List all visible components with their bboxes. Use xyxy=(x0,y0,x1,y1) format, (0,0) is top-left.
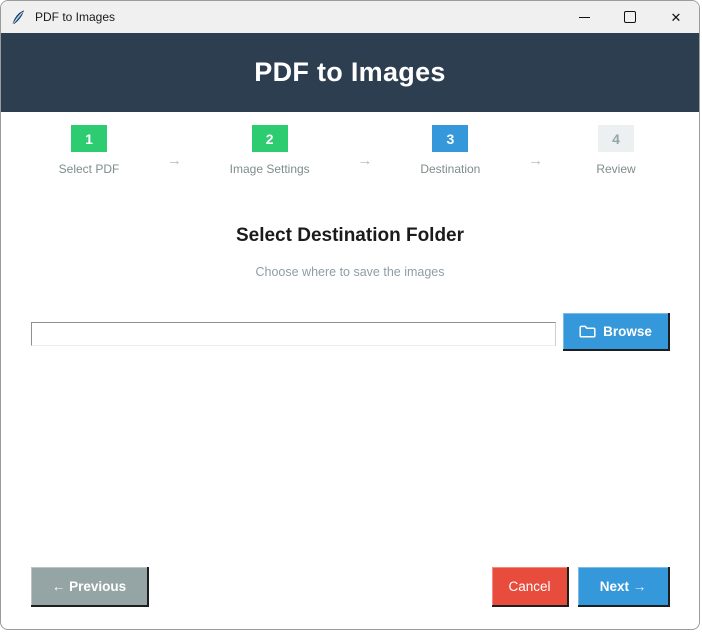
page-subtitle: Choose where to save the images xyxy=(255,265,445,279)
step-label: Destination xyxy=(420,162,481,176)
destination-folder-input[interactable] xyxy=(31,322,556,346)
wizard-step-image-settings: 2 Image Settings xyxy=(200,125,340,176)
close-button[interactable]: ✕ xyxy=(653,1,699,33)
next-button[interactable]: Next → xyxy=(578,567,670,607)
step-label: Review xyxy=(596,162,636,176)
step-number: 2 xyxy=(251,125,288,152)
window-title: PDF to Images xyxy=(35,10,116,24)
step-number: 1 xyxy=(71,125,107,152)
browse-button[interactable]: Browse xyxy=(563,313,670,351)
window-controls: ✕ xyxy=(561,1,699,33)
page-title: Select Destination Folder xyxy=(235,225,465,246)
titlebar[interactable]: PDF to Images ✕ xyxy=(1,1,699,33)
cancel-button[interactable]: Cancel xyxy=(492,567,569,607)
app-feather-icon xyxy=(10,9,26,25)
step-arrow-icon: → xyxy=(166,152,182,169)
minimize-icon xyxy=(578,16,590,18)
folder-icon xyxy=(579,324,596,338)
close-icon: ✕ xyxy=(670,9,682,25)
previous-button[interactable]: ← Previous xyxy=(31,567,149,607)
step-arrow-icon: → xyxy=(357,152,373,169)
app-header-title: PDF to Images xyxy=(254,57,446,87)
wizard-step-review: 4 Review xyxy=(561,125,671,176)
app-header: PDF to Images xyxy=(1,33,699,112)
app-window: PDF to Images ✕ PDF to Images 1 Select PD… xyxy=(0,0,700,630)
step-arrow-icon: → xyxy=(528,152,544,169)
maximize-icon xyxy=(624,11,636,23)
destination-row: Browse xyxy=(31,313,670,351)
step-number: 3 xyxy=(432,125,469,152)
footer-bar: ← Previous Cancel Next → xyxy=(31,567,670,607)
wizard-step-destination: 3 Destination xyxy=(390,125,510,176)
minimize-button[interactable] xyxy=(561,1,607,33)
browse-button-label: Browse xyxy=(603,323,652,339)
wizard-step-select-pdf: 1 Select PDF xyxy=(29,125,149,176)
wizard-steps: 1 Select PDF → 2 Image Settings → 3 Destination… xyxy=(1,112,699,176)
step-label: Image Settings xyxy=(229,162,310,176)
step-number: 4 xyxy=(598,125,635,152)
step-label: Select PDF xyxy=(58,162,120,176)
maximize-button[interactable] xyxy=(607,1,653,33)
